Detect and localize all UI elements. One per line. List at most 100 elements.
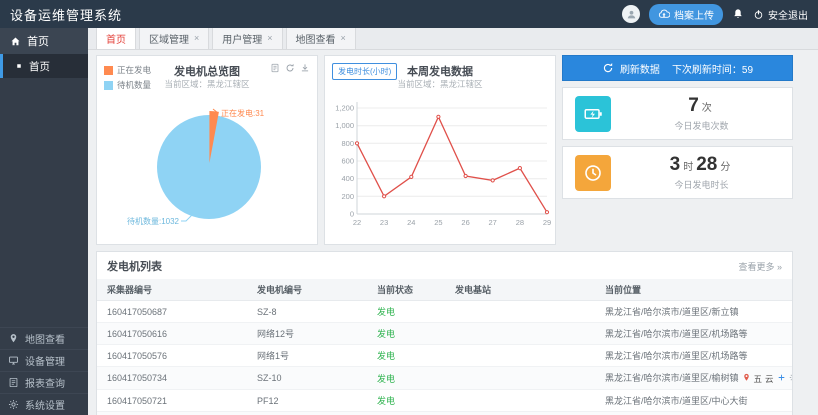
extra-glyph[interactable]: 五 — [754, 373, 763, 385]
legend-label: 正在发电 — [117, 64, 151, 76]
upload-button-label: 档案上传 — [674, 7, 714, 22]
sidebar-item-label: 系统设置 — [25, 397, 65, 412]
svg-text:正在发电:31: 正在发电:31 — [221, 108, 265, 118]
report-icon — [8, 377, 19, 388]
generator-list-header: 发电机列表 查看更多 » — [97, 252, 792, 279]
tab-region-management[interactable]: 区域管理 × — [139, 27, 209, 49]
map-pin-icon — [8, 333, 19, 344]
table-body: 160417050687SZ-8发电黑龙江省/哈尔滨市/道里区/新立镇16041… — [97, 301, 792, 415]
sidebar-item-system-settings[interactable]: 系统设置 — [0, 393, 88, 415]
svg-text:1,000: 1,000 — [335, 121, 354, 130]
battery-charging-icon — [575, 96, 611, 132]
stat-value: 7 — [688, 95, 699, 117]
tab-bar: 首页区域管理×用户管理×地图查看× — [88, 28, 818, 50]
svg-text:24: 24 — [407, 218, 415, 227]
cell-collector: 160417050576 — [97, 345, 247, 367]
table-row[interactable]: 160417050616网络12号发电黑龙江省/哈尔滨市/道里区/机场路等 — [97, 323, 792, 345]
stat-value: 3 — [670, 154, 681, 176]
stat-unit: 次 — [702, 99, 712, 114]
logout-button[interactable]: 安全退出 — [753, 7, 808, 22]
tab-home[interactable]: 首页 — [96, 27, 136, 49]
sidebar-item-report-query[interactable]: 报表查询 — [0, 371, 88, 393]
generator-list-title: 发电机列表 — [107, 258, 162, 274]
svg-text:23: 23 — [380, 218, 388, 227]
tab-label: 区域管理 — [149, 31, 189, 46]
cell-generator: SZ-8 — [247, 301, 367, 323]
refresh-icon[interactable] — [285, 63, 295, 73]
tab-close-icon[interactable]: × — [194, 34, 199, 43]
status-badge: 发电 — [377, 396, 395, 406]
top-header: 设备运维管理系统 档案上传 安全退出 — [0, 0, 818, 28]
upload-button[interactable]: 档案上传 — [649, 4, 723, 25]
cell-location: 黑龙江省/哈尔滨市/道里区/新立镇 — [595, 301, 792, 323]
tab-label: 首页 — [106, 31, 126, 46]
cell-location: 黑龙江省/哈尔滨市/道里区/中心大街 — [595, 390, 792, 412]
weekly-data-panel: 发电时长(小时) 本周发电数据 当前区域：黑龙江辖区 0200400600800… — [324, 55, 556, 245]
cell-location: 黑龙江省/哈尔滨市/道里区/机场路等 — [595, 323, 792, 345]
table-row[interactable]: 160417042529HQZXS810发电黑龙江省/哈尔滨市/道里区/湘江路 — [97, 412, 792, 415]
tab-map-view[interactable]: 地图查看 × — [286, 27, 356, 49]
clock-icon — [575, 155, 611, 191]
svg-text:800: 800 — [341, 139, 354, 148]
cell-collector: 160417050734 — [97, 367, 247, 390]
duration-filter-button[interactable]: 发电时长(小时) — [332, 63, 397, 80]
table-row[interactable]: 160417050734SZ-10发电 黑龙江省/哈尔滨市/道里区/榆树镇五云 — [97, 367, 792, 390]
sidebar-item-home[interactable]: 首页 — [0, 28, 88, 54]
extra-glyph[interactable]: 云 — [765, 373, 774, 385]
cell-station — [445, 301, 595, 323]
svg-text:29: 29 — [543, 218, 551, 227]
tab-user-management[interactable]: 用户管理× — [212, 27, 282, 49]
cell-collector: 160417050616 — [97, 323, 247, 345]
svg-text:22: 22 — [353, 218, 361, 227]
legend-item[interactable]: 正在发电 — [104, 64, 151, 76]
map-pin-icon[interactable] — [742, 373, 751, 382]
cell-collector: 160417050721 — [97, 390, 247, 412]
view-more-link[interactable]: 查看更多 » — [738, 260, 782, 273]
cell-generator: PF12 — [247, 390, 367, 412]
tab-close-icon[interactable]: × — [341, 34, 346, 43]
person-icon — [626, 9, 637, 20]
table-row[interactable]: 160417050721PF12 发电 黑龙江省/哈尔滨市/道里区/中心大街 — [97, 390, 792, 412]
tab-close-icon[interactable]: × — [267, 34, 272, 43]
status-badge: 发电 — [377, 351, 395, 361]
svg-text:28: 28 — [516, 218, 524, 227]
sidebar-item-device-management[interactable]: 设备管理 — [0, 349, 88, 371]
tab-label: 地图查看 — [296, 31, 336, 46]
sidebar-item-label: 报表查询 — [25, 375, 65, 390]
cell-status: 发电 — [367, 323, 445, 345]
refresh-data-button[interactable]: 刷新数据 下次刷新时间：59 — [562, 55, 793, 81]
sidebar-subitem-home[interactable]: 首页 — [0, 54, 88, 78]
cell-location: 黑龙江省/哈尔滨市/道里区/榆树镇五云 — [595, 367, 792, 390]
stat-cards: 7次今日发电次数3时28分今日发电时长 — [562, 87, 793, 199]
plus-icon[interactable] — [777, 373, 786, 382]
cell-status: 发电 — [367, 345, 445, 367]
legend-swatch — [104, 81, 113, 90]
legend-item[interactable]: 待机数量 — [104, 79, 151, 91]
cell-status: 发电 — [367, 367, 445, 390]
sidebar: 首页 首页 地图查看设备管理报表查询系统设置 — [0, 28, 88, 415]
download-icon[interactable] — [300, 63, 310, 73]
svg-text:400: 400 — [341, 174, 354, 183]
table-row[interactable]: 160417050576网络1号发电黑龙江省/哈尔滨市/道里区/机场路等 — [97, 345, 792, 367]
table-header-row: 采集器编号发电机编号当前状态发电基站当前位置 — [97, 279, 792, 301]
gear-icon[interactable] — [789, 373, 792, 382]
right-column: 刷新数据 下次刷新时间：59 7次今日发电次数3时28分今日发电时长 — [562, 55, 793, 199]
column-header: 采集器编号 — [97, 279, 247, 301]
sidebar-subitem-label: 首页 — [29, 59, 50, 74]
column-header: 发电机编号 — [247, 279, 367, 301]
table-row[interactable]: 160417050687SZ-8发电黑龙江省/哈尔滨市/道里区/新立镇 — [97, 301, 792, 323]
stat-body: 3时28分今日发电时长 — [611, 154, 792, 191]
header-actions: 档案上传 安全退出 — [622, 4, 808, 25]
power-icon — [753, 9, 764, 20]
cell-station — [445, 323, 595, 345]
avatar[interactable] — [622, 5, 640, 23]
sidebar-item-map-view[interactable]: 地图查看 — [0, 327, 88, 349]
legend-label: 待机数量 — [117, 79, 151, 91]
cell-generator: SZ-10 — [247, 367, 367, 390]
bell-icon[interactable] — [732, 8, 744, 20]
clipboard-icon[interactable] — [270, 63, 280, 73]
refresh-icon — [602, 62, 614, 74]
generator-list-panel: 发电机列表 查看更多 » 采集器编号发电机编号当前状态发电基站当前位置 1604… — [96, 251, 793, 415]
column-header: 当前状态 — [367, 279, 445, 301]
svg-text:200: 200 — [341, 192, 354, 201]
